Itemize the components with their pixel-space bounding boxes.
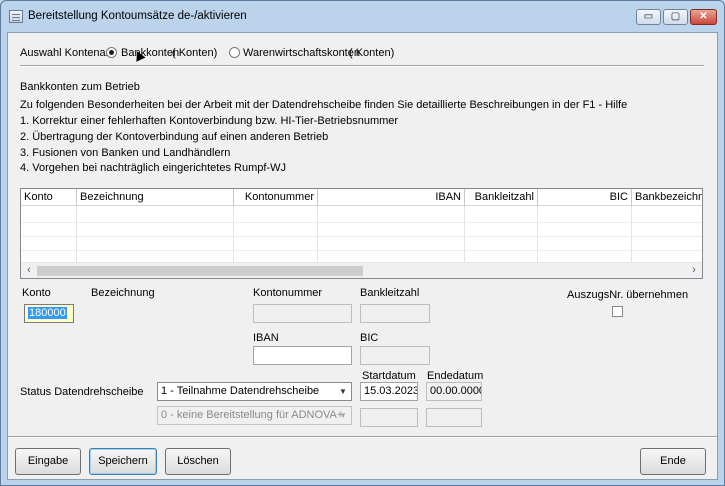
grid-column-line — [76, 206, 77, 263]
konto-label: Konto — [22, 287, 51, 299]
grid-row-line — [21, 236, 702, 237]
grid-column-line — [464, 206, 465, 263]
accounts-grid[interactable]: Konto Bezeichnung Kontonummer IBAN Bankl… — [20, 188, 703, 279]
radio-bankkonten-label[interactable]: Bankkonten — [121, 47, 179, 59]
startdatum-value: 15.03.2023 — [364, 385, 418, 397]
status-dropdown-value: 1 - Teilnahme Datendrehscheibe — [161, 385, 320, 397]
startdatum-label: Startdatum — [362, 370, 416, 382]
separator-line — [20, 65, 704, 67]
info-heading: Bankkonten zum Betrieb — [20, 81, 140, 93]
app-window: Bereitstellung Kontoumsätze de-/aktivier… — [0, 0, 725, 486]
footer-separator — [8, 436, 717, 438]
title-bar[interactable]: Bereitstellung Kontoumsätze de-/aktivier… — [1, 1, 724, 31]
radio-warenwirtschaftskonten-label[interactable]: Warenwirtschaftskonten — [243, 47, 360, 59]
column-header-kontonummer[interactable]: Kontonummer — [234, 189, 318, 206]
grid-horizontal-scrollbar[interactable]: ‹ › — [21, 262, 702, 278]
ende-button[interactable]: Ende — [640, 448, 706, 475]
grid-row-line — [21, 222, 702, 223]
info-item: 4. Vorgehen bei nachträglich eingerichte… — [20, 162, 286, 174]
bereitstellung-dropdown-value: 0 - keine Bereitstellung für ADNOVA+ — [161, 409, 344, 421]
bic-label: BIC — [360, 332, 379, 344]
account-type-label: Auswahl Kontenart — [20, 47, 113, 59]
konto-field[interactable]: 180000 — [24, 304, 74, 323]
konto-value: 180000 — [28, 307, 67, 319]
iban-label: IBAN — [253, 332, 279, 344]
column-header-bic[interactable]: BIC — [538, 189, 632, 206]
column-header-iban[interactable]: IBAN — [318, 189, 465, 206]
status-dropdown[interactable]: 1 - Teilnahme Datendrehscheibe ▼ — [157, 382, 352, 401]
auszugsnr-checkbox[interactable] — [612, 306, 623, 317]
grid-column-line — [537, 206, 538, 263]
start2-field[interactable] — [360, 408, 418, 427]
grid-column-line — [317, 206, 318, 263]
dialog-client-area: Auswahl Kontenart Bankkonten ( Konten) W… — [7, 32, 718, 480]
bereitstellung-dropdown[interactable]: 0 - keine Bereitstellung für ADNOVA+ ▼ — [157, 406, 352, 425]
kontonummer-label: Kontonummer — [253, 287, 323, 299]
scrollbar-thumb[interactable] — [37, 266, 363, 276]
eingabe-button[interactable]: Eingabe — [15, 448, 81, 475]
info-item: 1. Korrektur einer fehlerhaften Kontover… — [20, 115, 399, 127]
endedatum-value: 00.00.0000 — [430, 385, 482, 397]
bic-field[interactable] — [360, 346, 430, 365]
close-button[interactable]: ✕ — [690, 9, 717, 25]
maximize-button[interactable]: ▢ — [663, 9, 688, 25]
loeschen-button[interactable]: Löschen — [165, 448, 231, 475]
endedatum-field[interactable]: 00.00.0000 — [426, 382, 482, 401]
radio-bankkonten-count: ( Konten) — [172, 47, 218, 59]
column-header-konto[interactable]: Konto — [21, 189, 77, 206]
end2-field[interactable] — [426, 408, 482, 427]
iban-field[interactable] — [253, 346, 352, 365]
window-icon — [9, 10, 23, 23]
info-item: 2. Übertragung der Kontoverbindung auf e… — [20, 131, 329, 143]
scroll-right-arrow-icon[interactable]: › — [687, 264, 701, 278]
status-label: Status Datendrehscheibe — [20, 386, 144, 398]
info-item: 3. Fusionen von Banken und Landhändlern — [20, 147, 231, 159]
grid-column-line — [233, 206, 234, 263]
radio-warenwirtschaftskonten-circle[interactable] — [229, 47, 240, 58]
chevron-down-icon[interactable]: ▼ — [336, 384, 350, 399]
speichern-button[interactable]: Speichern — [89, 448, 157, 475]
radio-bankkonten-circle[interactable] — [106, 47, 117, 58]
column-header-bankbezeichnung[interactable]: Bankbezeichnung — [632, 189, 702, 206]
grid-header: Konto Bezeichnung Kontonummer IBAN Bankl… — [21, 189, 702, 206]
scroll-left-arrow-icon[interactable]: ‹ — [22, 264, 36, 278]
grid-row-line — [21, 250, 702, 251]
bankleitzahl-label: Bankleitzahl — [360, 287, 420, 299]
chevron-down-icon[interactable]: ▼ — [336, 408, 350, 423]
column-header-bankleitzahl[interactable]: Bankleitzahl — [465, 189, 538, 206]
bezeichnung-label: Bezeichnung — [91, 287, 155, 299]
kontonummer-field[interactable] — [253, 304, 352, 323]
minimize-button[interactable]: ▭ — [636, 9, 661, 25]
bankleitzahl-field[interactable] — [360, 304, 430, 323]
grid-column-line — [631, 206, 632, 263]
column-header-bezeichnung[interactable]: Bezeichnung — [77, 189, 234, 206]
window-title: Bereitstellung Kontoumsätze de-/aktivier… — [28, 10, 247, 22]
auszugsnr-label: AuszugsNr. übernehmen — [567, 289, 689, 301]
endedatum-label: Endedatum — [427, 370, 484, 382]
startdatum-field[interactable]: 15.03.2023 — [360, 382, 418, 401]
info-intro: Zu folgenden Besonderheiten bei der Arbe… — [20, 99, 628, 111]
radio-warenwirtschaftskonten-count: ( Konten) — [349, 47, 395, 59]
